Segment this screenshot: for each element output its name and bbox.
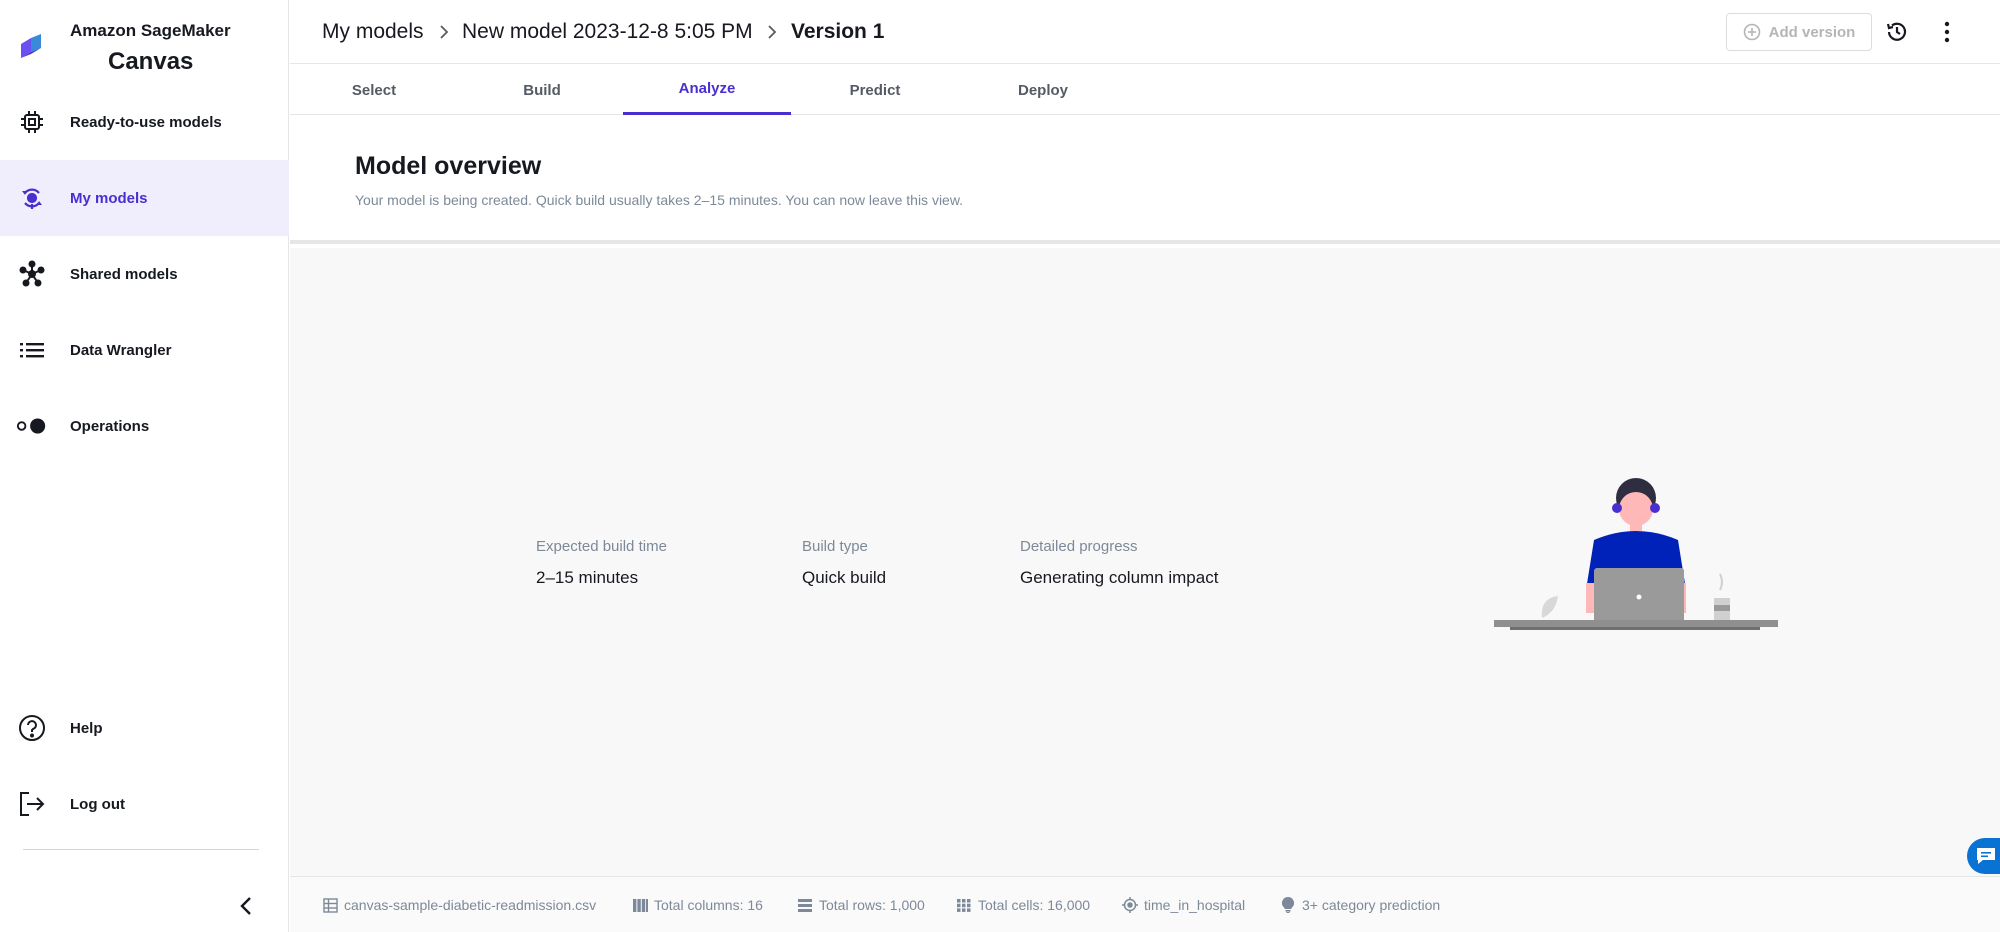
sidebar-item-data-wrangler[interactable]: Data Wrangler: [0, 312, 289, 388]
header: My models New model 2023-12-8 5:05 PM Ve…: [290, 0, 2000, 64]
tab-predict[interactable]: Predict: [791, 65, 959, 115]
network-icon: [16, 258, 48, 290]
chevron-left-icon: [240, 897, 251, 915]
tab-build[interactable]: Build: [458, 65, 626, 115]
workflow-tabs: Select Build Analyze Predict Deploy: [290, 65, 2000, 115]
table-icon: [322, 897, 338, 913]
collapse-sidebar-button[interactable]: [232, 892, 260, 920]
sidebar-item-label: Data Wrangler: [70, 341, 172, 359]
history-icon: [1886, 22, 1907, 41]
breadcrumb-version: Version 1: [791, 20, 885, 43]
page-title: Model overview: [355, 152, 542, 180]
help-circle-icon: [16, 712, 48, 744]
model-type: 3+ category prediction: [1280, 877, 1440, 932]
sidebar-item-help[interactable]: Help: [0, 690, 289, 766]
tab-analyze[interactable]: Analyze: [623, 65, 791, 115]
sidebar-item-my-models[interactable]: My models: [0, 160, 289, 236]
sidebar-item-shared-models[interactable]: Shared models: [0, 236, 289, 312]
sidebar-item-log-out[interactable]: Log out: [0, 766, 289, 842]
brand-name: Amazon SageMaker: [70, 21, 231, 40]
more-options-button[interactable]: [1933, 18, 1961, 46]
dataset-info-bar: canvas-sample-diabetic-readmission.csv T…: [290, 876, 2000, 932]
list-icon: [16, 334, 48, 366]
expected-build-time-label: Expected build time: [536, 538, 667, 555]
rows-icon: [797, 897, 813, 913]
add-version-button[interactable]: Add version: [1726, 13, 1872, 51]
target-icon: [1122, 897, 1138, 913]
sidebar-item-label: Ready-to-use models: [70, 113, 222, 131]
sagemaker-logo-icon: [21, 34, 41, 58]
chevron-right-icon: [768, 25, 777, 39]
sidebar-item-label: Operations: [70, 417, 150, 435]
total-cells: Total cells: 16,000: [956, 877, 1090, 932]
sidebar-divider: [23, 849, 259, 850]
page-subtitle: Your model is being created. Quick build…: [355, 192, 964, 208]
expected-build-time-value: 2–15 minutes: [536, 568, 639, 587]
logout-icon: [16, 788, 48, 820]
model-bulb-icon: [16, 182, 48, 214]
total-columns: Total columns: 16: [632, 877, 763, 932]
sidebar: Amazon SageMaker Canvas Ready-to-use mod…: [0, 0, 289, 932]
chat-icon: [1977, 848, 1995, 864]
build-progress-panel: Expected build time 2–15 minutes Build t…: [290, 248, 2000, 876]
grid-icon: [956, 897, 972, 913]
kebab-menu-icon: [1944, 21, 1950, 43]
sidebar-item-label: Help: [70, 719, 103, 737]
add-version-label: Add version: [1768, 23, 1856, 41]
chip-icon: [16, 106, 48, 138]
breadcrumb-model-name[interactable]: New model 2023-12-8 5:05 PM: [462, 20, 753, 44]
plus-circle-icon: [1743, 23, 1760, 41]
sidebar-item-label: My models: [70, 189, 148, 207]
model-overview-section: Model overview Your model is being creat…: [290, 116, 2000, 244]
sidebar-item-operations[interactable]: Operations: [0, 388, 289, 464]
chevron-right-icon: [440, 25, 449, 39]
sidebar-item-label: Log out: [70, 795, 125, 813]
detailed-progress-label: Detailed progress: [1020, 538, 1138, 555]
lightbulb-icon: [1280, 897, 1296, 913]
build-type-value: Quick build: [802, 568, 887, 587]
sidebar-item-label: Shared models: [70, 265, 178, 283]
detailed-progress-value: Generating column impact: [1020, 568, 1219, 587]
target-column: time_in_hospital: [1122, 877, 1245, 932]
product-name: Canvas: [108, 48, 194, 75]
version-history-button[interactable]: [1883, 18, 1911, 46]
tab-select[interactable]: Select: [290, 65, 458, 115]
dataset-file-name: canvas-sample-diabetic-readmission.csv: [322, 877, 596, 932]
tab-deploy[interactable]: Deploy: [959, 65, 1127, 115]
chat-feedback-button[interactable]: [1967, 838, 2000, 874]
breadcrumb-my-models[interactable]: My models: [322, 20, 424, 44]
total-rows: Total rows: 1,000: [797, 877, 925, 932]
person-at-laptop-illustration: [1494, 478, 1778, 630]
toggle-dots-icon: [16, 410, 48, 442]
columns-icon: [632, 897, 648, 913]
sidebar-item-ready-to-use-models[interactable]: Ready-to-use models: [0, 84, 289, 160]
build-type-label: Build type: [802, 538, 868, 555]
